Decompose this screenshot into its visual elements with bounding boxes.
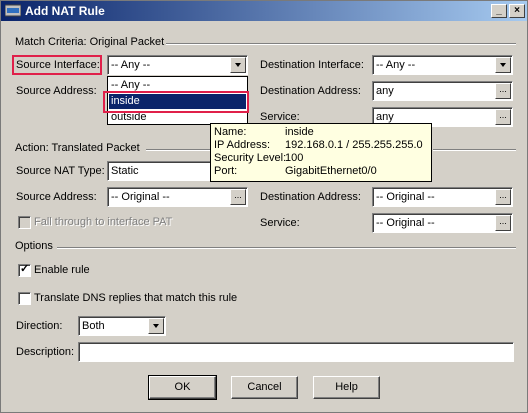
translated-destination-address-value: -- Original -- xyxy=(376,191,435,203)
browse-icon[interactable]: ... xyxy=(495,83,511,99)
fall-through-label: Fall through to interface PAT xyxy=(34,216,173,228)
translated-service-value: -- Original -- xyxy=(376,217,435,229)
interface-tooltip: Name: inside IP Address: 192.168.0.1 / 2… xyxy=(210,123,432,182)
destination-address-field[interactable]: any ... xyxy=(372,81,513,101)
browse-icon[interactable]: ... xyxy=(495,189,511,205)
tooltip-security-label: Security Level: xyxy=(214,152,287,164)
translated-service-label: Service: xyxy=(260,217,300,229)
chevron-down-icon[interactable] xyxy=(230,57,246,73)
action-separator xyxy=(146,149,210,151)
destination-interface-value: -- Any -- xyxy=(376,59,416,71)
tooltip-port-label: Port: xyxy=(214,165,238,177)
help-button[interactable]: Help xyxy=(313,376,380,399)
tooltip-ip-value: 192.168.0.1 / 255.255.255.0 xyxy=(285,139,423,151)
source-address-label: Source Address: xyxy=(16,85,97,97)
title-bar[interactable]: Add NAT Rule _ × xyxy=(1,1,527,21)
browse-icon[interactable]: ... xyxy=(230,189,246,205)
source-interface-value: -- Any -- xyxy=(111,59,151,71)
service-value: any xyxy=(376,111,394,123)
match-criteria-section-title: Match Criteria: Original Packet xyxy=(15,36,165,48)
ok-button[interactable]: OK xyxy=(148,375,217,400)
tooltip-ip-label: IP Address: xyxy=(214,139,271,151)
destination-interface-combo[interactable]: -- Any -- xyxy=(372,55,513,75)
tooltip-security-value: 100 xyxy=(285,152,304,164)
source-interface-combo[interactable]: -- Any -- xyxy=(107,55,248,75)
chevron-down-icon[interactable] xyxy=(495,57,511,73)
translate-dns-label: Translate DNS replies that match this ru… xyxy=(34,292,238,304)
translate-dns-checkbox[interactable] xyxy=(18,292,31,305)
translated-source-address-value: -- Original -- xyxy=(111,191,170,203)
action-separator-right xyxy=(433,149,516,151)
translated-source-address-label: Source Address: xyxy=(16,191,97,203)
description-label: Description: xyxy=(16,346,75,358)
browse-icon[interactable]: ... xyxy=(495,215,511,231)
translated-source-address-field[interactable]: -- Original -- ... xyxy=(107,187,248,207)
source-nat-type-value: Static xyxy=(111,165,139,177)
app-icon xyxy=(5,4,21,17)
translated-service-field[interactable]: -- Original -- ... xyxy=(372,213,513,233)
service-label: Service: xyxy=(260,111,300,123)
tooltip-name-value: inside xyxy=(285,126,314,138)
window-title: Add NAT Rule xyxy=(25,4,105,18)
enable-rule-checkbox[interactable]: ✓ xyxy=(18,263,31,277)
check-icon: ✓ xyxy=(20,263,30,275)
direction-label: Direction: xyxy=(16,320,63,332)
direction-combo[interactable]: Both xyxy=(78,316,166,336)
close-button[interactable]: × xyxy=(509,4,525,18)
options-section-title: Options xyxy=(15,240,53,252)
options-separator xyxy=(57,247,516,249)
translated-destination-address-field[interactable]: -- Original -- ... xyxy=(372,187,513,207)
translated-destination-address-label: Destination Address: xyxy=(260,191,361,203)
minimize-button[interactable]: _ xyxy=(491,4,507,18)
browse-icon[interactable]: ... xyxy=(495,109,511,125)
destination-address-value: any xyxy=(376,85,394,97)
destination-address-label: Destination Address: xyxy=(260,85,361,97)
inside-option-highlight xyxy=(103,91,249,113)
chevron-down-icon[interactable] xyxy=(148,318,164,334)
source-nat-type-label: Source NAT Type: xyxy=(16,165,105,177)
add-nat-rule-dialog: Add NAT Rule _ × Match Criteria: Origina… xyxy=(0,0,528,413)
tooltip-name-label: Name: xyxy=(214,126,247,138)
enable-rule-label: Enable rule xyxy=(34,264,90,276)
cancel-button[interactable]: Cancel xyxy=(231,376,298,399)
action-section-title: Action: Translated Packet xyxy=(15,142,140,154)
destination-interface-label: Destination Interface: xyxy=(260,59,364,71)
description-field[interactable] xyxy=(78,342,514,362)
fall-through-checkbox[interactable] xyxy=(18,216,31,229)
match-criteria-separator xyxy=(166,43,516,45)
tooltip-port-value: GigabitEthernet0/0 xyxy=(285,165,377,177)
direction-value: Both xyxy=(82,320,105,332)
source-interface-highlight xyxy=(12,55,102,75)
